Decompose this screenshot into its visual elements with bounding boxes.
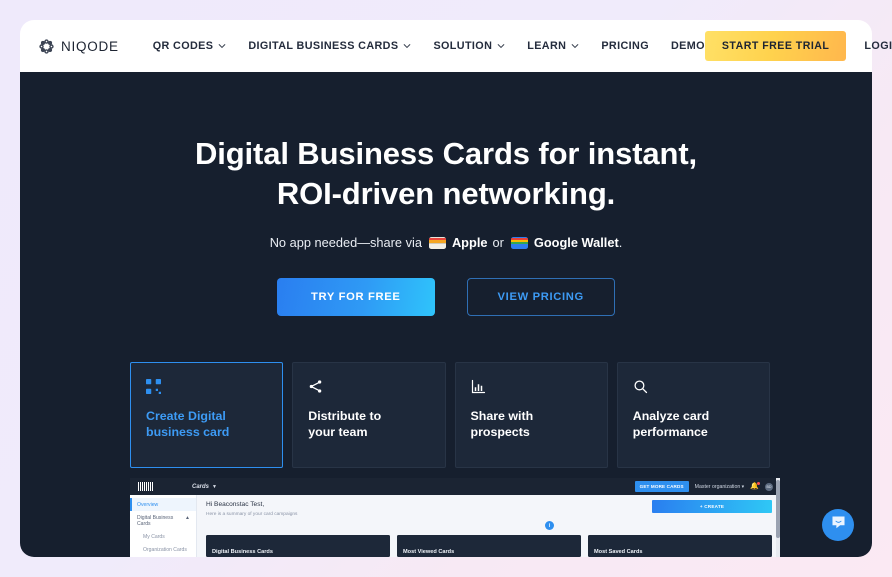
nav-item-pricing[interactable]: PRICING: [601, 40, 649, 52]
nav-item-label: QR CODES: [152, 40, 214, 52]
feature-title-line-2: performance: [632, 425, 708, 440]
feature-title-line-2: prospects: [470, 425, 530, 440]
sidebar-item-label: Overview: [137, 501, 159, 508]
dashboard-main: Hi Beaconstac Test, Here is a summary of…: [197, 495, 780, 557]
search-icon: [633, 379, 754, 401]
chevron-up-icon: ▲: [185, 514, 190, 521]
sidebar-item-digital-business-cards[interactable]: ▲ Digital Business Cards: [130, 511, 196, 530]
start-free-trial-button[interactable]: START FREE TRIAL: [704, 31, 847, 61]
feature-card-title: Share with prospects: [471, 408, 592, 441]
avatar[interactable]: BD: [765, 482, 773, 491]
apple-wallet-icon: [428, 236, 446, 249]
dashboard-tile-list: Digital Business Cards Most Viewed Cards…: [206, 535, 772, 557]
hero-cta-group: TRY FOR FREE VIEW PRICING: [20, 278, 872, 317]
nav-item-qr-codes[interactable]: QR CODES: [153, 40, 227, 52]
chevron-down-icon: ▼: [212, 483, 217, 490]
chevron-down-icon: [403, 42, 411, 50]
feature-card-analyze-card-performance[interactable]: Analyze card performance: [616, 362, 770, 468]
brand-logo[interactable]: NIQODE: [38, 38, 119, 55]
dashboard-sidebar: Overview ▲ Digital Business Cards My Car…: [130, 495, 197, 557]
hero-sub-google-wallet: Google Wallet: [533, 235, 619, 251]
feature-card-share-with-prospects[interactable]: Share with prospects: [454, 362, 608, 468]
dashboard-tile-digital-business-cards[interactable]: Digital Business Cards: [206, 535, 390, 557]
nav-item-learn[interactable]: LEARN: [527, 40, 579, 52]
login-link[interactable]: LOGIN: [864, 40, 892, 52]
hero-sub-prefix: No app needed—share via: [269, 235, 422, 251]
sidebar-item-label: Organization Cards: [143, 546, 187, 553]
hero-sub-period: .: [618, 235, 623, 251]
organization-label: Master organization: [694, 483, 741, 490]
sidebar-item-overview[interactable]: Overview: [130, 498, 196, 511]
feature-card-list: Create Digital business card Distribute …: [130, 362, 770, 468]
dashboard-body: Overview ▲ Digital Business Cards My Car…: [130, 495, 780, 557]
feature-title-line-2: business card: [146, 425, 230, 440]
dashboard-scrollbar[interactable]: [776, 478, 780, 557]
tile-title: Most Viewed Cards: [403, 549, 455, 555]
create-button[interactable]: + CREATE: [652, 500, 772, 513]
dashboard-tile-most-saved-cards[interactable]: Most Saved Cards: [588, 535, 772, 557]
feature-card-title: Distribute to your team: [308, 408, 429, 441]
hero-sub-or: or: [492, 235, 504, 251]
dashboard-logo-icon: [137, 482, 154, 491]
sidebar-item-organization-cards[interactable]: Organization Cards: [130, 543, 196, 556]
feature-title-line-2: your team: [308, 425, 368, 440]
feature-card-title: Analyze card performance: [633, 408, 754, 441]
scrollbar-thumb[interactable]: [776, 480, 780, 538]
sidebar-item-my-cards[interactable]: My Cards: [130, 530, 196, 543]
chat-widget-button[interactable]: [822, 509, 854, 541]
hero-sub-apple: Apple: [451, 235, 488, 251]
nav-item-label: LEARN: [527, 40, 567, 52]
nav-item-label: DEMO: [670, 40, 705, 52]
nav-item-demo[interactable]: DEMO: [671, 40, 705, 52]
feature-card-create-digital-business-card[interactable]: Create Digital business card: [130, 362, 284, 468]
view-pricing-button[interactable]: VIEW PRICING: [466, 278, 615, 317]
bar-chart-icon: [471, 379, 592, 401]
sidebar-item-label: Digital Business Cards: [137, 514, 174, 527]
feature-title-line-1: Share with: [470, 408, 534, 423]
hero-heading-line-2: ROI-driven networking.: [276, 175, 616, 211]
brand-name: NIQODE: [61, 38, 119, 54]
try-for-free-button[interactable]: TRY FOR FREE: [277, 278, 435, 317]
share-icon: [308, 379, 429, 401]
google-wallet-icon: [510, 236, 528, 249]
nav-item-digital-business-cards[interactable]: DIGITAL BUSINESS CARDS: [248, 40, 411, 52]
organization-selector[interactable]: Master organization ▾: [695, 484, 745, 490]
sidebar-item-label: My Cards: [143, 533, 165, 540]
info-badge-icon[interactable]: i: [545, 521, 554, 530]
nav-item-solution[interactable]: SOLUTION: [433, 40, 505, 52]
main-navigation: QR CODES DIGITAL BUSINESS CARDS SOLUTION…: [153, 40, 705, 52]
dashboard-tile-most-viewed-cards[interactable]: Most Viewed Cards: [397, 535, 581, 557]
feature-title-line-1: Distribute to: [308, 408, 382, 423]
feature-card-distribute-to-your-team[interactable]: Distribute to your team: [292, 362, 446, 468]
feature-title-line-1: Create Digital: [146, 408, 226, 423]
hero-section: Digital Business Cards for instant, ROI-…: [20, 72, 872, 557]
feature-title-line-1: Analyze card: [632, 408, 710, 423]
qr-code-icon: [146, 379, 267, 401]
niqode-floral-qr-logo-icon: [38, 38, 55, 55]
hero-subheading: No app needed—share via Apple or Google …: [20, 235, 872, 250]
dashboard-topbar-actions: GET MORE CARDS Master organization ▾ 🔔 B…: [634, 481, 773, 492]
tile-title: Digital Business Cards: [212, 549, 273, 555]
nav-item-label: PRICING: [601, 40, 649, 52]
tile-title: Most Saved Cards: [594, 549, 643, 555]
nav-item-label: SOLUTION: [433, 40, 493, 52]
nav-actions: START FREE TRIAL LOGIN: [704, 31, 892, 61]
notification-bell-icon[interactable]: 🔔: [750, 482, 760, 490]
chat-bubble-icon: [830, 514, 847, 536]
feature-card-title: Create Digital business card: [146, 408, 267, 441]
hero-heading-line-1: Digital Business Cards for instant,: [194, 136, 698, 171]
top-nav-bar: NIQODE QR CODES DIGITAL BUSINESS CARDS S…: [20, 20, 892, 72]
chevron-down-icon: [571, 42, 579, 50]
get-more-cards-button[interactable]: GET MORE CARDS: [634, 481, 689, 492]
chevron-down-icon: [497, 42, 505, 50]
nav-item-label: DIGITAL BUSINESS CARDS: [248, 40, 399, 52]
dashboard-topbar: Cards ▼ GET MORE CARDS Master organizati…: [130, 478, 780, 495]
dashboard-preview: Cards ▼ GET MORE CARDS Master organizati…: [130, 478, 780, 557]
dashboard-cards-menu[interactable]: Cards: [192, 484, 209, 490]
page-title: Digital Business Cards for instant, ROI-…: [20, 134, 872, 213]
chevron-down-icon: [218, 42, 226, 50]
